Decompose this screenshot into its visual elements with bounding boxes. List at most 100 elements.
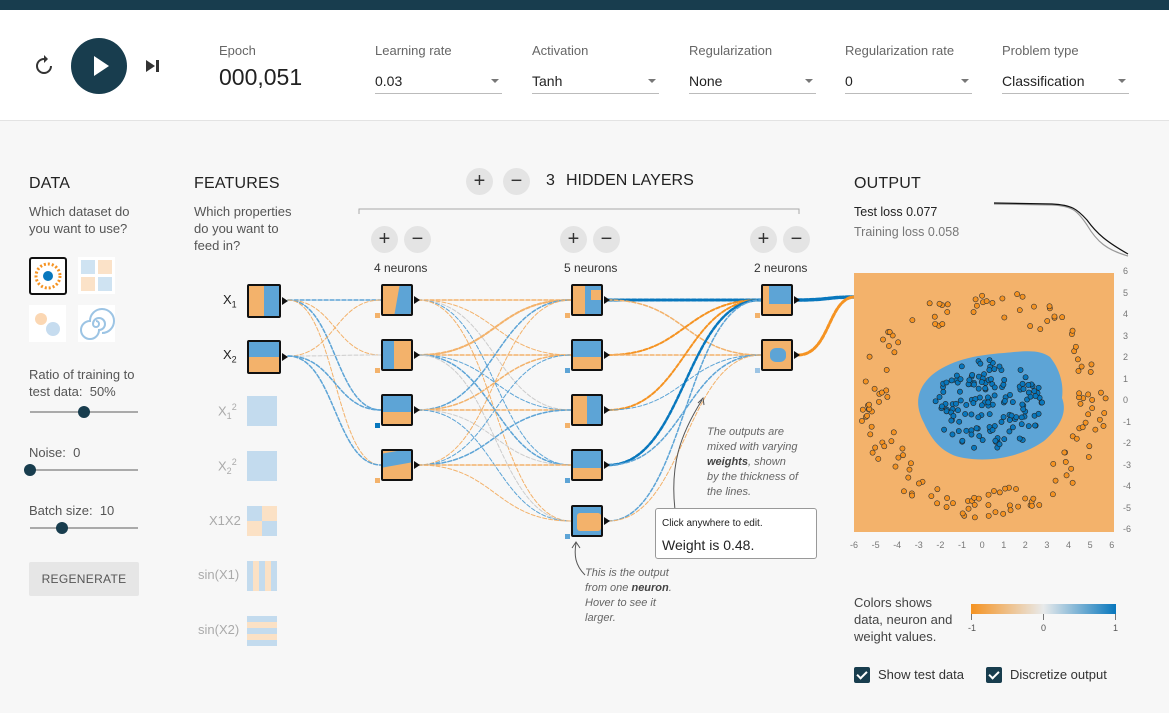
neuron-l3-n2[interactable] bbox=[761, 339, 793, 371]
neuron-l2-n3-bias[interactable] bbox=[565, 423, 570, 428]
neuron-l3-n1[interactable] bbox=[761, 284, 793, 316]
neuron-l1-n1-arrow bbox=[414, 296, 420, 304]
link[interactable] bbox=[417, 299, 572, 466]
y-tick-label: -6 bbox=[1123, 524, 1132, 534]
discretize-output-checkbox[interactable] bbox=[986, 667, 1002, 683]
neuron-l1-n4[interactable] bbox=[381, 449, 413, 481]
neuron-l1-n3[interactable] bbox=[381, 394, 413, 426]
blue-point bbox=[943, 408, 950, 415]
neuron-l2-n1[interactable] bbox=[571, 284, 603, 316]
neuron-l2-n2-bias[interactable] bbox=[565, 368, 570, 373]
blue-point bbox=[970, 400, 977, 406]
orange-point bbox=[908, 460, 914, 467]
neuron-l2-n4-bias[interactable] bbox=[565, 478, 570, 483]
orange-point bbox=[1089, 397, 1096, 403]
orange-point bbox=[959, 510, 966, 517]
neuron-l2-n3[interactable] bbox=[571, 394, 603, 426]
orange-point bbox=[1085, 454, 1092, 460]
blue-point bbox=[956, 418, 963, 425]
orange-point bbox=[1102, 395, 1109, 402]
x-tick-label: -2 bbox=[936, 540, 945, 550]
orange-point bbox=[939, 321, 946, 327]
weight-tooltip[interactable]: Click anywhere to edit. Weight is 0.48. bbox=[655, 508, 817, 559]
orange-point bbox=[973, 302, 980, 309]
orange-point bbox=[1044, 318, 1051, 324]
neuron-l1-n2[interactable] bbox=[381, 339, 413, 371]
orange-point bbox=[1007, 502, 1013, 509]
orange-point bbox=[1075, 368, 1082, 374]
discretize-output-label[interactable]: Discretize output bbox=[1010, 667, 1107, 682]
orange-point bbox=[985, 502, 992, 508]
show-test-data-label[interactable]: Show test data bbox=[878, 667, 964, 682]
orange-point bbox=[1085, 411, 1092, 418]
neuron-l2-n5-bias[interactable] bbox=[565, 534, 570, 539]
neuron-l3-n2-bias[interactable] bbox=[755, 368, 760, 373]
blue-point bbox=[1006, 428, 1013, 435]
link[interactable] bbox=[417, 409, 572, 466]
orange-point bbox=[1015, 503, 1022, 510]
neuron-l1-n4-bias[interactable] bbox=[375, 478, 380, 483]
orange-point bbox=[859, 418, 865, 424]
neuron-l3-n1-bias[interactable] bbox=[755, 313, 760, 318]
neuron-l2-n1-arrow bbox=[604, 296, 610, 304]
orange-point bbox=[876, 398, 882, 405]
show-test-data-checkbox[interactable] bbox=[854, 667, 870, 683]
x-tick-label: 0 bbox=[979, 540, 985, 550]
orange-point bbox=[1087, 369, 1094, 375]
training-loss: Training loss 0.058 bbox=[854, 225, 960, 239]
link[interactable] bbox=[417, 299, 572, 356]
blue-point bbox=[963, 427, 970, 434]
blue-point bbox=[1007, 392, 1013, 398]
link[interactable] bbox=[417, 409, 572, 466]
link[interactable] bbox=[287, 299, 382, 356]
tooltip-weight-value[interactable]: Weight is 0.48. bbox=[662, 537, 754, 553]
orange-point bbox=[1073, 435, 1080, 442]
link[interactable] bbox=[417, 299, 572, 466]
neuron-l2-n5[interactable] bbox=[571, 505, 603, 537]
neuron-l1-n1[interactable] bbox=[381, 284, 413, 316]
output-heatmap[interactable] bbox=[854, 273, 1114, 532]
blue-point bbox=[959, 437, 966, 444]
link[interactable] bbox=[417, 354, 572, 522]
x-tick-label: 2 bbox=[1022, 540, 1028, 550]
colors-legend-text: Colors shows data, neuron and weight val… bbox=[854, 595, 953, 644]
orange-point bbox=[931, 313, 938, 320]
orange-point bbox=[1078, 363, 1085, 370]
neuron-l1-n2-arrow bbox=[414, 351, 420, 359]
weights-note: The outputs are mixed with varying weigh… bbox=[707, 426, 799, 498]
orange-point bbox=[1096, 416, 1103, 423]
orange-point bbox=[943, 504, 950, 510]
orange-point bbox=[1098, 389, 1104, 396]
orange-point bbox=[985, 491, 992, 498]
neuron-l1-n1-bias[interactable] bbox=[375, 313, 380, 318]
link[interactable] bbox=[417, 354, 572, 411]
orange-point bbox=[888, 438, 895, 445]
blue-point bbox=[955, 428, 962, 434]
link[interactable] bbox=[287, 355, 382, 466]
neuron-l1-n3-bias[interactable] bbox=[375, 423, 380, 428]
orange-point bbox=[932, 321, 939, 327]
blue-point bbox=[953, 400, 959, 407]
scale-mid-label: 0 bbox=[1041, 623, 1047, 633]
link[interactable] bbox=[796, 295, 857, 357]
neuron-l2-n1-bias[interactable] bbox=[565, 313, 570, 318]
neuron-l1-n2-bias[interactable] bbox=[375, 368, 380, 373]
orange-point bbox=[866, 401, 872, 408]
link[interactable] bbox=[287, 299, 382, 357]
blue-point bbox=[985, 399, 992, 406]
orange-point bbox=[1085, 391, 1092, 398]
blue-point bbox=[1035, 384, 1042, 391]
blue-point bbox=[968, 411, 975, 418]
orange-point bbox=[1030, 495, 1037, 502]
neuron-l2-n2[interactable] bbox=[571, 339, 603, 371]
link[interactable] bbox=[417, 464, 572, 522]
orange-point bbox=[971, 501, 978, 508]
orange-point bbox=[886, 329, 893, 335]
blue-point bbox=[1022, 374, 1029, 381]
blue-point bbox=[978, 379, 985, 385]
blue-point bbox=[1000, 381, 1007, 388]
orange-point bbox=[909, 317, 916, 324]
link[interactable] bbox=[417, 354, 572, 411]
link[interactable] bbox=[287, 355, 382, 411]
neuron-l2-n4[interactable] bbox=[571, 449, 603, 481]
